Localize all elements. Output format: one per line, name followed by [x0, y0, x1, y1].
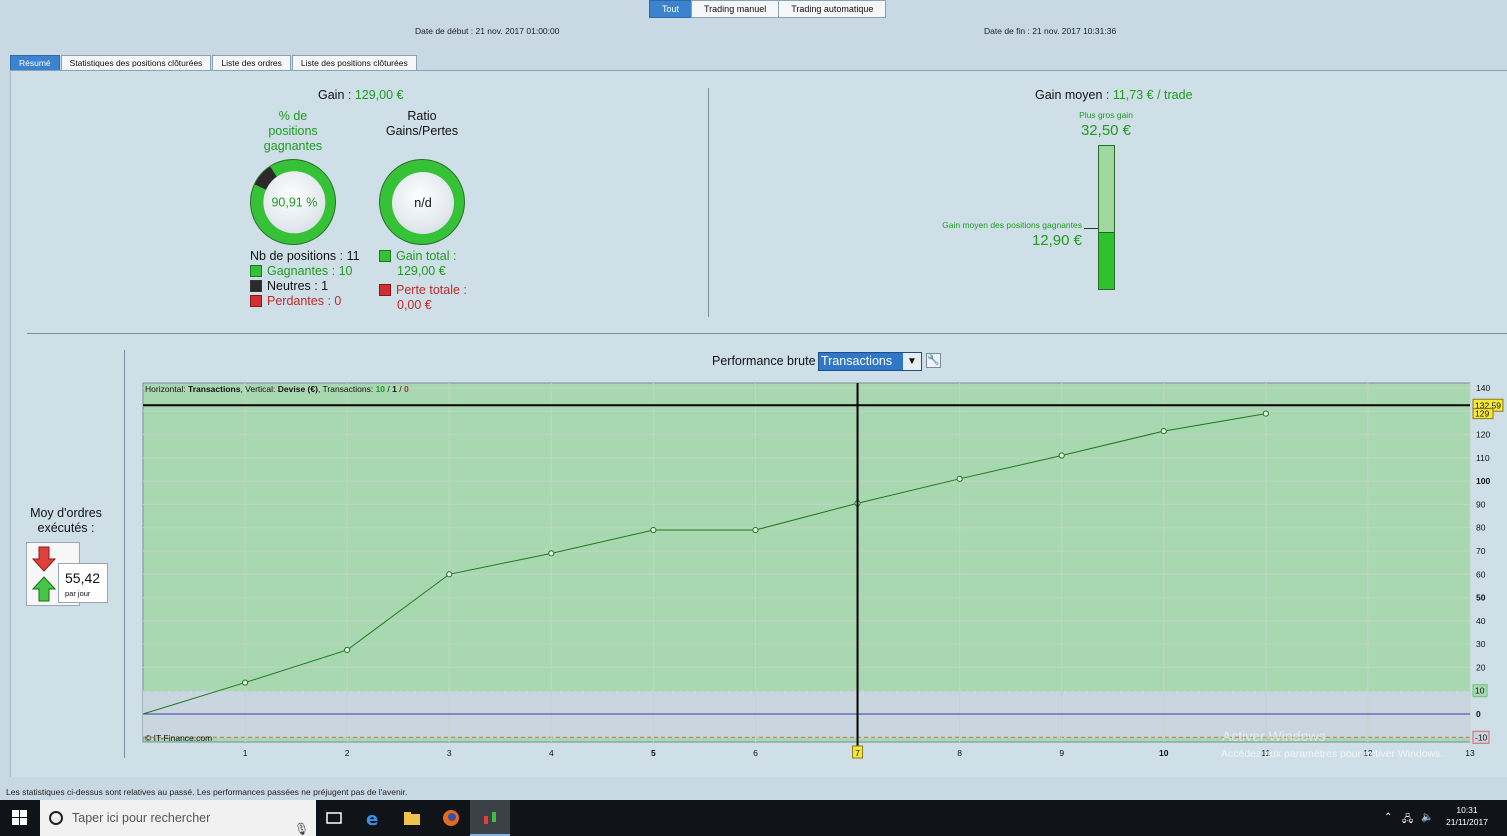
crosshair-x-label: 7: [855, 748, 860, 758]
activate-windows-text: Accédez aux paramètres pour activer Wind…: [1221, 748, 1444, 760]
chart-info-t1: 10: [375, 384, 386, 394]
search-placeholder: Taper ici pour rechercher: [72, 811, 211, 825]
data-point: [1262, 410, 1269, 417]
y-tick-label: 70: [1476, 546, 1486, 556]
x-tick-label: 2: [345, 748, 350, 758]
clock-date: 21/11/2017: [1446, 817, 1488, 827]
data-point: [446, 571, 453, 578]
y-tick-label: 20: [1476, 662, 1486, 672]
cortana-icon: [49, 811, 63, 825]
last-value-label: 129: [1475, 409, 1489, 419]
data-point: [956, 475, 963, 482]
x-tick-label: 3: [447, 748, 452, 758]
chevron-up-icon[interactable]: ⌃: [1384, 812, 1392, 823]
chart-watermark: © IT-Finance.com: [145, 733, 213, 743]
disclaimer: Les statistiques ci-dessus sont relative…: [0, 786, 1507, 798]
performance-chart: 1401301201101009080706050403020100123456…: [142, 382, 1504, 759]
chart-info-sep: /: [396, 384, 404, 394]
firefox-icon[interactable]: [441, 808, 461, 828]
data-point: [1058, 452, 1065, 459]
chart-info-text: , Transactions:: [317, 384, 376, 394]
x-tick-label: 10: [1159, 748, 1169, 758]
data-point: [752, 526, 759, 534]
x-tick-label: 1: [243, 748, 248, 758]
data-point: [650, 526, 657, 534]
svg-text:e: e: [366, 809, 378, 828]
taskbar-search[interactable]: Taper ici pour rechercher 🎙: [40, 800, 316, 836]
data-point: [1160, 427, 1167, 435]
chart-info-h: Transactions: [188, 384, 241, 394]
x-tick-label: 8: [957, 748, 962, 758]
y-tick-label: 140: [1476, 383, 1490, 393]
x-tick-label: 6: [753, 748, 758, 758]
data-point: [241, 679, 249, 686]
y-tick-label: 30: [1476, 639, 1486, 649]
y-tick-label: 80: [1476, 523, 1486, 533]
activate-windows-title: Activer Windows: [1222, 728, 1326, 744]
trading-app-taskbar-item[interactable]: [470, 800, 510, 836]
y-tick-label: 50: [1476, 593, 1486, 603]
x-tick-label: 4: [549, 748, 554, 758]
taskbar: Taper ici pour rechercher 🎙 e ⌃ 🖧 🔈 10:3…: [0, 800, 1507, 836]
chart-info-text: , Vertical:: [240, 384, 278, 394]
plot-area: [142, 382, 1471, 743]
y-tick-label: 110: [1476, 453, 1490, 463]
chart-info-text: Horizontal:: [145, 384, 188, 394]
volume-icon[interactable]: 🔈: [1421, 812, 1433, 823]
x-tick-label: 13: [1465, 748, 1475, 758]
taskbar-clock[interactable]: 10:31 21/11/2017: [1442, 804, 1492, 828]
chart-info-t3: 0: [403, 384, 409, 394]
lower-band-label: -10: [1475, 732, 1488, 742]
upper-band-label: 10: [1475, 686, 1485, 696]
network-icon[interactable]: 🖧: [1402, 812, 1413, 829]
y-tick-label: 60: [1476, 569, 1486, 579]
x-tick-label: 5: [651, 748, 656, 758]
x-tick-label: 9: [1059, 748, 1064, 758]
file-explorer-icon[interactable]: [402, 808, 422, 828]
trading-app-icon: [484, 812, 496, 824]
data-point: [548, 550, 555, 557]
y-tick-label: 90: [1476, 499, 1486, 509]
clock-time: 10:31: [1456, 805, 1478, 815]
y-tick-label: 0: [1476, 709, 1481, 719]
microphone-icon[interactable]: 🎙: [294, 811, 309, 836]
edge-icon[interactable]: e: [364, 808, 384, 828]
data-point: [344, 646, 351, 654]
windows-start-icon[interactable]: [12, 810, 28, 826]
y-tick-label: 100: [1476, 476, 1490, 486]
y-tick-label: 120: [1476, 430, 1490, 440]
y-tick-label: 40: [1476, 616, 1486, 626]
chart-info: Horizontal: Transactions, Vertical: Devi…: [145, 384, 409, 394]
chart-info-v: Devise (€): [277, 384, 318, 394]
task-view-icon[interactable]: [324, 808, 344, 828]
